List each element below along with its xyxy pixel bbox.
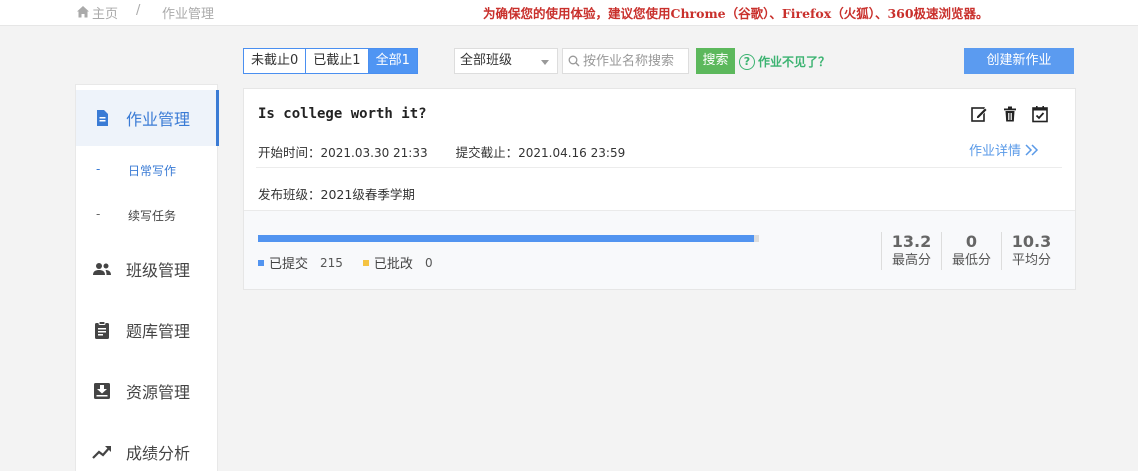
tab-all[interactable]: 全部1 [367,49,417,73]
sidebar-item-label: 班级管理 [126,261,191,280]
score-min: 0 最低分 [941,232,1001,270]
class-value: 2021级春季学期 [320,187,415,202]
breadcrumb-home[interactable]: 主页 [92,3,118,22]
submission-progress-fill [258,235,754,242]
sidebar-item-classes[interactable]: 班级管理 [76,241,219,297]
score-label: 最低分 [951,253,991,268]
trend-icon [92,446,111,459]
edit-icon[interactable] [970,105,988,123]
score-average: 10.3 平均分 [1001,232,1061,270]
graded-label: 已批改 [373,257,413,272]
assignment-detail-link[interactable]: 作业详情 [969,140,1039,159]
clipboard-icon [95,321,109,339]
score-value: 10.3 [1011,232,1052,251]
sub-item-dash: - [96,162,101,176]
graded-swatch [362,259,369,266]
sub-item-label: 日常写作 [128,164,177,178]
assignment-times: 开始时间：2021.03.30 21:33 提交截止：2021.04.16 23… [258,142,625,161]
card-divider [256,167,1062,168]
people-icon [93,263,111,275]
browser-notice: 为确保您的使用体验，建议您使用Chrome（谷歌）、Firefox（火狐）、36… [483,6,989,21]
tab-not-closed[interactable]: 未截止0 [244,49,306,73]
assignment-card: Is college worth it? 开始时间：2021.03.30 21:… [243,88,1076,290]
score-label: 最高分 [891,253,931,268]
score-max: 13.2 最高分 [881,232,941,270]
sidebar-item-resources[interactable]: 资源管理 [76,363,219,419]
sub-item-dash: - [96,207,101,221]
submission-progress-bar [258,235,759,242]
double-chevron-right-icon [1025,143,1039,156]
sidebar-item-label: 成绩分析 [126,444,191,463]
home-icon[interactable] [76,5,90,19]
progress-legend: 已提交 215 已批改 0 [258,253,453,272]
breadcrumb-separator: / [136,3,141,18]
score-value: 13.2 [891,232,932,251]
sidebar-subitem-daily-writing[interactable]: - 日常写作 [76,155,219,185]
status-filter-tabs: 未截止0 已截止1 全部1 [243,48,418,74]
top-bar: 主页 / 作业管理 为确保您的使用体验，建议您使用Chrome（谷歌）、Fire… [0,0,1138,26]
chevron-down-icon [541,60,549,65]
sidebar-item-assignments[interactable]: 作业管理 [76,90,219,146]
class-select[interactable]: 全部班级 [454,48,558,74]
sidebar-item-label: 题库管理 [126,322,191,341]
sidebar-subitem-continuation[interactable]: - 续写任务 [76,200,219,230]
class-label: 发布班级： [258,187,321,202]
score-value: 0 [965,232,978,251]
sidebar-item-label: 作业管理 [126,110,191,129]
calendar-check-icon[interactable] [1031,105,1049,123]
search-input[interactable] [583,51,687,71]
create-assignment-button[interactable]: 创建新作业 [964,48,1074,74]
delete-icon[interactable] [1001,105,1019,123]
search-box [562,48,689,74]
class-select-value: 全部班级 [460,53,513,68]
tab-closed[interactable]: 已截止1 [305,49,368,73]
assignment-title[interactable]: Is college worth it? [258,106,427,122]
search-icon [568,55,580,67]
start-time-value: 2021.03.30 21:33 [320,146,428,160]
sidebar-item-score-analysis[interactable]: 成绩分析 [76,424,219,471]
graded-count: 0 [424,255,433,270]
assignment-stats: 已提交 215 已批改 0 13.2 最高分 0 最低分 10.3 平均分 [244,210,1075,289]
sidebar-item-question-bank[interactable]: 题库管理 [76,302,219,358]
deadline-value: 2021.04.16 23:59 [518,146,626,160]
assignment-class: 发布班级：2021级春季学期 [258,184,415,203]
sub-item-label: 续写任务 [128,209,177,223]
missing-assignment-help[interactable]: ? 作业不见了？ [739,53,830,70]
score-label: 平均分 [1011,253,1051,268]
submitted-swatch [258,259,264,266]
search-button[interactable]: 搜索 [696,48,735,74]
help-label: 作业不见了？ [758,55,831,69]
start-time-label: 开始时间： [258,145,321,160]
submitted-count: 215 [320,255,343,270]
submitted-label: 已提交 [269,257,309,272]
breadcrumb-current: 作业管理 [162,7,215,22]
inbox-icon [94,383,110,399]
detail-link-label: 作业详情 [969,144,1022,159]
sidebar: 作业管理 - 日常写作 - 续写任务 班级管理 题库管理 资源管理 成绩分析 [75,84,219,471]
deadline-label: 提交截止： [455,145,519,160]
question-icon: ? [739,53,755,70]
document-icon [97,110,108,126]
sidebar-item-label: 资源管理 [126,383,191,402]
